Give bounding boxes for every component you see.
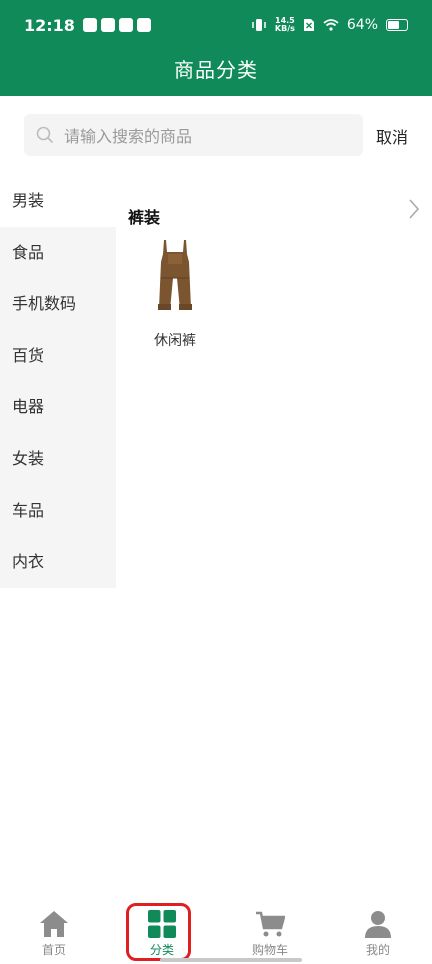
bottom-nav: 首页 分类 购物车 我的 (0, 900, 432, 964)
category-sidebar: 男装 食品 手机数码 百货 电器 女装 车品 内衣 (0, 175, 116, 588)
video-app-icon (82, 18, 97, 32)
nav-home-label: 首页 (41, 943, 66, 957)
sidebar-item-food[interactable]: 食品 (0, 226, 116, 279)
sidebar-item-womenswear[interactable]: 女装 (0, 432, 116, 485)
nav-category-highlight (126, 903, 191, 961)
home-indicator[interactable] (160, 958, 302, 962)
sidebar-item-general[interactable]: 百货 (0, 329, 116, 382)
notification-icons (82, 18, 151, 32)
sidebar-item-appliances[interactable]: 电器 (0, 381, 116, 433)
section-title: 裤装 (128, 208, 161, 227)
nav-cart[interactable]: 购物车 (216, 900, 324, 964)
overalls-image (158, 240, 192, 310)
sidebar-item-auto[interactable]: 车品 (0, 484, 116, 537)
cancel-button[interactable]: 取消 (376, 124, 408, 148)
app-header: 12:18 14.5 KB/s 64% 商品分类 (0, 0, 432, 96)
search-placeholder: 请输入搜索的商品 (64, 127, 193, 146)
net-speed-unit: KB/s (274, 24, 295, 33)
wifi-icon (323, 19, 339, 31)
sidebar-item-menswear[interactable]: 男装 (0, 175, 116, 227)
status-bar: 12:18 14.5 KB/s 64% (0, 0, 432, 50)
sidebar-item-underwear[interactable]: 内衣 (0, 536, 116, 588)
message-app-icon (136, 18, 151, 32)
nav-cart-label: 购物车 (251, 943, 288, 957)
status-time: 12:18 (24, 15, 75, 35)
no-sim-icon (303, 19, 314, 31)
nav-profile[interactable]: 我的 (324, 900, 432, 964)
cart-icon (256, 911, 285, 937)
product-label: 休闲裤 (154, 333, 196, 349)
page-title: 商品分类 (174, 58, 258, 82)
chevron-right-icon[interactable] (408, 198, 420, 220)
nav-home[interactable]: 首页 (0, 900, 108, 964)
sidebar-item-digital[interactable]: 手机数码 (0, 278, 116, 330)
nav-profile-label: 我的 (365, 943, 390, 957)
battery-icon (386, 19, 408, 31)
search-icon (36, 126, 54, 144)
user-icon (365, 911, 391, 938)
search-input[interactable]: 请输入搜索的商品 (24, 114, 363, 156)
net-speed: 14.5 KB/s (275, 17, 295, 33)
battery-percent: 64% (346, 17, 378, 33)
vibrate-icon (252, 19, 266, 31)
product-item[interactable]: 休闲裤 (140, 238, 210, 350)
sync-app-icon (118, 18, 133, 32)
alipay-app-icon (100, 18, 115, 32)
home-icon (40, 911, 68, 937)
